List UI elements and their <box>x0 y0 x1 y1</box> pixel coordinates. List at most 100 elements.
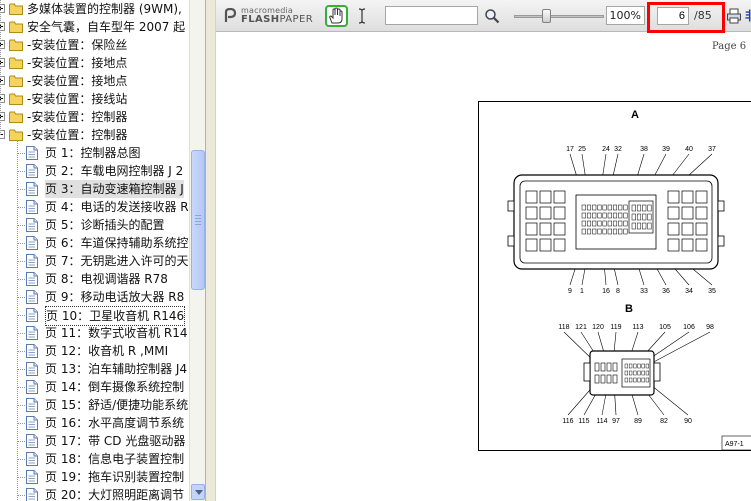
outline-folder-item[interactable]: -安装位置：接线站 <box>0 90 189 108</box>
outline-page-label: 页 14：倒车摄像系统控制 <box>45 380 185 394</box>
outline-page-label: 页 1：控制器总图 <box>45 146 141 160</box>
outline-page-item[interactable]: 页 1：控制器总图 <box>0 144 189 162</box>
outline-scrollbar[interactable] <box>189 0 205 501</box>
outline-folder-item[interactable]: -安装位置：保险丝 <box>0 36 189 54</box>
page-icon <box>26 308 38 322</box>
page-icon <box>26 164 38 178</box>
page-icon <box>26 326 38 340</box>
outline-scroll-thumb[interactable] <box>191 150 205 290</box>
folder-icon <box>9 111 23 123</box>
macromedia-logo-icon <box>224 8 237 22</box>
search-input[interactable] <box>385 6 478 25</box>
pin-label: 98 <box>706 324 714 331</box>
pin-label: 25 <box>578 146 586 153</box>
outline-folder-item[interactable]: -安装位置：接地点 <box>0 54 189 72</box>
pin-label: 90 <box>684 418 692 425</box>
pin-label: 118 <box>558 324 569 331</box>
document-page-area[interactable]: Page 6 A 17 25 24 32 38 39 40 37 9 1 16 8 33 36 34 35 … <box>216 33 751 501</box>
page-icon <box>26 416 38 430</box>
outline-folder-item[interactable]: 安全气囊，自车型年 2007 起 <box>0 18 189 36</box>
connector-b-title: B <box>625 303 633 315</box>
outline-page-item[interactable]: 页 14：倒车摄像系统控制 <box>0 378 189 396</box>
outline-page-label: 页 8：电视调谐器 R78 <box>45 272 168 286</box>
panel-splitter[interactable] <box>205 0 216 501</box>
outline-page-item[interactable]: 页 15：舒适/便捷功能系统 <box>0 396 189 414</box>
outline-page-item[interactable]: 页 10：卫星收音机 R146 <box>0 306 189 326</box>
folder-icon <box>9 21 23 33</box>
page-icon <box>26 182 38 196</box>
zoom-slider-track[interactable] <box>514 15 604 18</box>
outline-page-item[interactable]: 页 6：车道保持辅助系统控 <box>0 234 189 252</box>
outline-page-label: 页 17：带 CD 光盘驱动器 <box>45 434 186 448</box>
page-number-input[interactable] <box>657 7 689 25</box>
outline-page-item[interactable]: 页 9：移动电话放大器 R8 <box>0 288 189 306</box>
outline-page-item[interactable]: 页 2：车载电网控制器 J 2 <box>0 162 189 180</box>
zoom-percent-field[interactable]: 100% <box>606 6 645 25</box>
outline-page-item[interactable]: 页 8：电视调谐器 R78 <box>0 270 189 288</box>
connector-b-body <box>583 350 661 396</box>
page-icon <box>26 380 38 394</box>
outline-page-item[interactable]: 页 7：无钥匙进入许可的天 <box>0 252 189 270</box>
folder-icon <box>9 75 23 87</box>
outline-page-item[interactable]: 页 4：电话的发送接收器 R <box>0 198 189 216</box>
outline-folder-item[interactable]: -安装位置：控制器 <box>0 126 189 144</box>
zoom-slider-thumb[interactable] <box>542 9 551 23</box>
outline-page-item[interactable]: 页 17：带 CD 光盘驱动器 <box>0 432 189 450</box>
pin-label: 82 <box>660 418 668 425</box>
outline-page-item[interactable]: 页 16：水平高度调节系统 <box>0 414 189 432</box>
outline-folder-label: 多媒体装置的控制器 (9WM), <box>27 2 182 16</box>
connector-a-title: A <box>631 109 639 121</box>
pin-label: 33 <box>640 288 648 295</box>
pin-label: 106 <box>683 324 695 331</box>
hand-tool-button[interactable] <box>325 5 348 27</box>
outline-page-item[interactable]: 页 5：诊断插头的配置 <box>0 216 189 234</box>
outline-folder-item[interactable]: -安装位置：接地点 <box>0 72 189 90</box>
outline-page-item[interactable]: 页 20：大灯照明距离调节 <box>0 486 189 501</box>
outline-page-item[interactable]: 页 13：泊车辅助控制器 J4 <box>0 360 189 378</box>
pin-label: 36 <box>662 288 670 295</box>
pin-label: 114 <box>596 418 607 425</box>
outline-page-item[interactable]: 页 11：数字式收音机 R14 <box>0 324 189 342</box>
outline-page-item[interactable]: 页 3：自动变速箱控制器 J <box>0 180 189 198</box>
print-button[interactable] <box>726 8 742 24</box>
folder-icon <box>9 3 23 15</box>
viewer-toolbar: macromedia FLASHPAPER 100% /85 <box>216 0 751 33</box>
search-button[interactable] <box>484 8 500 24</box>
outline-page-label: 页 20：大灯照明距离调节 <box>45 488 185 501</box>
outline-page-item[interactable]: 页 18：信息电子装置控制 <box>0 450 189 468</box>
outline-folder-item[interactable]: 多媒体装置的控制器 (9WM), <box>0 0 189 18</box>
outline-folder-label: 安全气囊，自车型年 2007 起 <box>27 20 186 34</box>
outline-page-label: 页 15：舒适/便捷功能系统 <box>45 398 189 412</box>
outline-folder-label: -安装位置：接线站 <box>27 92 128 106</box>
outline-folder-item[interactable]: -安装位置：控制器 <box>0 108 189 126</box>
page-icon <box>26 452 38 466</box>
pin-label: 17 <box>566 146 574 153</box>
outline-folder-label: -安装位置：控制器 <box>27 128 128 142</box>
page-icon <box>26 434 38 448</box>
page-icon <box>26 200 38 214</box>
outline-page-label: 页 16：水平高度调节系统 <box>45 416 185 430</box>
text-select-button[interactable] <box>356 7 368 25</box>
scroll-down-arrow-icon[interactable] <box>191 484 205 500</box>
connector-diagram: A 17 25 24 32 38 39 40 37 9 1 16 8 33 36 34 35 B 118 12… <box>478 101 751 451</box>
page-total: /85 <box>694 9 712 22</box>
magnifier-icon <box>485 9 500 24</box>
logo-line2: FLASHPAPER <box>241 14 313 25</box>
page-icon <box>26 470 38 484</box>
outline-page-label: 页 18：信息电子装置控制 <box>45 452 185 466</box>
page-icon <box>26 272 38 286</box>
toolbar-clipped-item[interactable]: 非 <box>745 7 751 24</box>
pin-label: 119 <box>610 324 621 331</box>
pin-label: 120 <box>592 324 604 331</box>
document-outline-tree: 多媒体装置的控制器 (9WM), 安全气囊，自车型年 2007 起 -安装位置：保险… <box>0 0 205 501</box>
outline-page-label: 页 7：无钥匙进入许可的天 <box>45 254 189 268</box>
outline-page-item[interactable]: 页 19：拖车识别装置控制 <box>0 468 189 486</box>
folder-icon <box>9 129 23 141</box>
page-icon <box>26 254 38 268</box>
outline-page-label: 页 12：收音机 R ,MMI <box>45 344 169 358</box>
folder-icon <box>9 39 23 51</box>
outline-folder-label: -安装位置：保险丝 <box>27 38 128 52</box>
outline-page-item[interactable]: 页 12：收音机 R ,MMI <box>0 342 189 360</box>
pin-label: 16 <box>602 288 610 295</box>
pin-label: 116 <box>562 418 573 425</box>
